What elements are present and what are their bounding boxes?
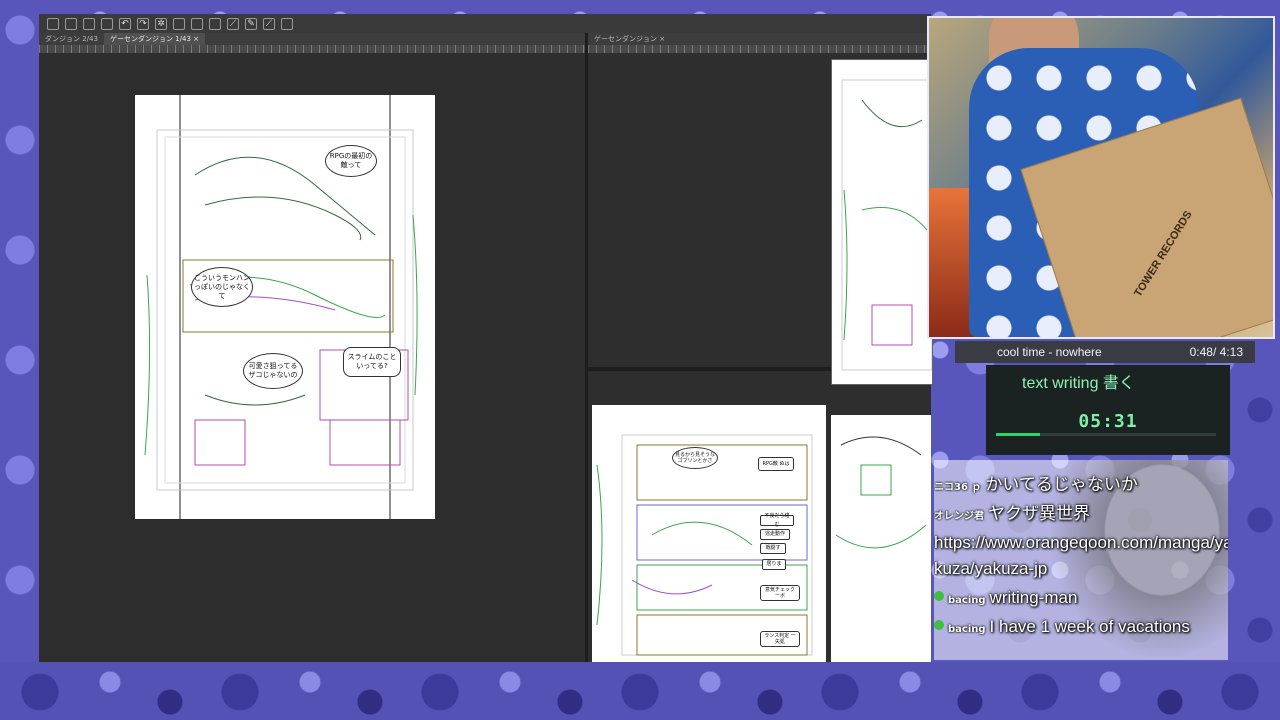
timer-title: text writing 書く [1022,375,1135,392]
chat-username: bacing [948,624,986,635]
chat-message: https://www.orangeqoon.com/manga/yakuza/… [934,530,1228,582]
chat-text: ヤクザ異世界 [988,504,1090,523]
speech-bubble: スライムのこといってる? [343,347,401,377]
track-time: 0:48/ 4:13 [1189,345,1243,359]
speech-bubble: 居りま [762,559,786,570]
reference-page-bottom[interactable] [831,415,931,662]
chat-message: bacing writing-man [934,585,1228,611]
reference-bottom-sketch [835,436,927,549]
speech-bubble: 可愛さ狙ってるザコじゃないの [243,353,303,389]
save-icon[interactable] [83,17,95,30]
chat-username: オレンジ君 [934,511,984,522]
chat-overlay: ニコ36 ｐ かいてるじゃないか オレンジ君 ヤクザ異世界 https://ww… [934,460,1228,660]
fill-icon[interactable] [173,17,185,30]
speech-bubble: ランス判定 一矢処 [760,631,800,647]
speech-bubble: こういうモンハンっぽいのじゃなくて [191,267,253,307]
user-badge-icon [934,591,944,601]
pen-icon[interactable]: ✎ [245,17,257,30]
speech-bubble: RPG敵 ぬは [758,457,794,471]
tab-dungeon-2[interactable]: ダンジョン 2/43 [39,33,104,45]
line-icon[interactable]: ⟋ [263,17,275,30]
settings-icon[interactable]: ✲ [155,17,167,30]
new-file-icon[interactable] [47,17,59,30]
timer-progress-bar [996,433,1216,436]
track-title: cool time - nowhere [997,345,1102,359]
ruler-icon[interactable]: ⟋ [227,17,239,30]
select-icon[interactable] [209,17,221,30]
tab-right-close-icon[interactable]: × [659,35,665,43]
tab-close-icon[interactable]: × [193,35,199,43]
webcam-feed: TOWER RECORDS [927,16,1275,339]
undo-icon[interactable]: ↶ [119,17,131,30]
chat-message: オレンジ君 ヤクザ異世界 [934,501,1228,527]
tab-arcade-dungeon[interactable]: ゲーセンダンジョン 1/43 × [103,33,206,45]
reference-sketch-lines [841,79,932,371]
transform-icon[interactable] [191,17,203,30]
sketch-lines [144,95,418,519]
speech-bubble: RPGの最初の敵って [325,145,377,177]
tab-arcade-dungeon-label: ゲーセンダンジョン 1/43 [109,35,191,43]
horizontal-ruler [39,45,585,53]
thumbnail-page[interactable]: 見るから見そうなゴブリンとかさ RPG敵 ぬは 不良だら絡む 逃走動作 戦闘す … [592,405,826,662]
chat-link-text[interactable]: https://www.orangeqoon.com/manga/yakuza/… [934,530,1228,582]
speech-bubble: 不良だら絡む [760,513,794,528]
main-canvas[interactable]: RPGの最初の敵って こういうモンハンっぽいのじゃなくて 可愛さ狙ってるザコじゃ… [39,53,585,662]
horizontal-ruler-right [588,45,931,53]
background-bottom-strip [0,662,1280,720]
brush-icon[interactable] [281,17,293,30]
reference-canvas[interactable]: 見るから見そうなゴブリンとかさ RPG敵 ぬは 不良だら絡む 逃走動作 戦闘す … [588,53,933,662]
tab-bar-left: ダンジョン 2/43 ゲーセンダンジョン 1/43 × [39,33,585,45]
tab-bar-right: ゲーセンダンジョン × [588,33,931,45]
chat-username: ニコ36 ｐ [934,482,982,493]
drawing-app-window: ↶ ↷ ✲ ⟋ ✎ ⟋ ダンジョン 2/43 ゲーセンダンジョン 1/43 × … [39,14,933,662]
chat-text: かいてるじゃないか [985,475,1138,494]
task-timer: text writing 書く 05:31 [986,365,1230,455]
chat-username: bacing [948,595,986,606]
timer-countdown: 05:31 [1078,411,1138,432]
chat-text: I have 1 week of vacations [989,617,1190,636]
speech-bubble: 見るから見そうなゴブリンとかさ [672,447,718,469]
manga-page-sketch[interactable]: RPGの最初の敵って こういうモンハンっぽいのじゃなくて 可愛さ狙ってるザコじゃ… [135,95,435,519]
user-badge-icon [934,620,944,630]
reference-page-top[interactable] [831,59,933,385]
speech-bubble: 意気チェック ーボ [760,585,800,601]
print-icon[interactable] [101,17,113,30]
timer-progress-fill [996,433,1040,436]
open-file-icon[interactable] [65,17,77,30]
chat-message: bacing I have 1 week of vacations [934,614,1228,640]
speech-bubble: 逃走動作 [760,529,790,540]
chat-message: ニコ36 ｐ かいてるじゃないか [934,472,1228,498]
tab-right-label: ゲーセンダンジョン [594,35,657,43]
thumbnail-sketch-lines [596,434,813,656]
toolbar: ↶ ↷ ✲ ⟋ ✎ ⟋ [39,14,931,33]
redo-icon[interactable]: ↷ [137,17,149,30]
chat-text: writing-man [989,588,1078,607]
chat-messages: ニコ36 ｐ かいてるじゃないか オレンジ君 ヤクザ異世界 https://ww… [934,472,1228,643]
tab-arcade-dungeon-right[interactable]: ゲーセンダンジョン × [588,33,671,45]
speech-bubble: 戦闘す [760,543,786,554]
now-playing-bar: cool time - nowhere 0:48/ 4:13 [955,341,1255,363]
